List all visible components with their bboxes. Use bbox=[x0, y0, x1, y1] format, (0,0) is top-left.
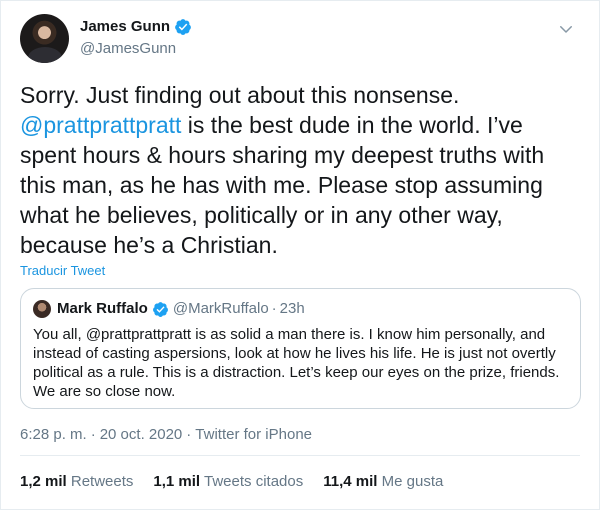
tweet-card: James Gunn @JamesGunn Sorry. Just findin… bbox=[0, 0, 600, 510]
meta-separator: · bbox=[186, 426, 192, 443]
quote-tweets-stat[interactable]: 1,1 mil Tweets citados bbox=[153, 473, 303, 491]
quoted-separator: · bbox=[271, 300, 277, 317]
likes-label: Me gusta bbox=[381, 473, 444, 490]
avatar[interactable] bbox=[20, 14, 69, 63]
quoted-avatar bbox=[33, 300, 51, 318]
tweet-source[interactable]: Twitter for iPhone bbox=[195, 426, 312, 443]
tweet-text: Sorry. Just finding out about this nonse… bbox=[20, 80, 585, 260]
tweet-header: James Gunn @JamesGunn bbox=[20, 14, 585, 64]
tweet-date[interactable]: 20 oct. 2020 bbox=[100, 426, 183, 443]
retweets-count: 1,2 mil bbox=[20, 473, 67, 490]
quoted-tweet-header: Mark Ruffalo @MarkRuffalo · 23h bbox=[33, 300, 305, 318]
author-handle[interactable]: @JamesGunn bbox=[80, 39, 192, 59]
divider bbox=[20, 455, 580, 456]
tweet-stats: 1,2 mil Retweets 1,1 mil Tweets citados … bbox=[20, 473, 463, 491]
chevron-down-icon[interactable] bbox=[557, 20, 575, 38]
likes-count: 11,4 mil bbox=[323, 473, 378, 490]
tweet-meta: 6:28 p. m. · 20 oct. 2020 · Twitter for iPho… bbox=[20, 426, 312, 444]
author-name-row[interactable]: James Gunn bbox=[80, 17, 192, 37]
quoted-handle: @MarkRuffalo bbox=[172, 300, 269, 317]
quoted-display-name: Mark Ruffalo bbox=[57, 300, 148, 317]
tweet-time[interactable]: 6:28 p. m. bbox=[20, 426, 87, 443]
quoted-tweet-text: You all, @prattprattpratt is as solid a … bbox=[33, 326, 560, 400]
likes-stat[interactable]: 11,4 mil Me gusta bbox=[323, 473, 443, 491]
author-info: James Gunn @JamesGunn bbox=[80, 17, 192, 59]
verified-badge-icon bbox=[175, 19, 191, 35]
quote-tweets-count: 1,1 mil bbox=[153, 473, 201, 490]
mention-link[interactable]: @prattprattpratt bbox=[20, 112, 181, 138]
translate-link[interactable]: Traducir Tweet bbox=[20, 263, 105, 279]
quoted-time: 23h bbox=[279, 300, 305, 317]
meta-separator: · bbox=[90, 426, 96, 443]
quote-tweets-label: Tweets citados bbox=[204, 473, 304, 490]
tweet-line-1: Sorry. Just finding out about this nonse… bbox=[20, 82, 460, 108]
verified-badge-icon bbox=[152, 301, 168, 317]
author-display-name[interactable]: James Gunn bbox=[80, 17, 170, 37]
retweets-stat[interactable]: 1,2 mil Retweets bbox=[20, 473, 133, 491]
retweets-label: Retweets bbox=[70, 473, 134, 490]
quoted-tweet[interactable]: Mark Ruffalo @MarkRuffalo · 23h You all,… bbox=[20, 288, 581, 409]
